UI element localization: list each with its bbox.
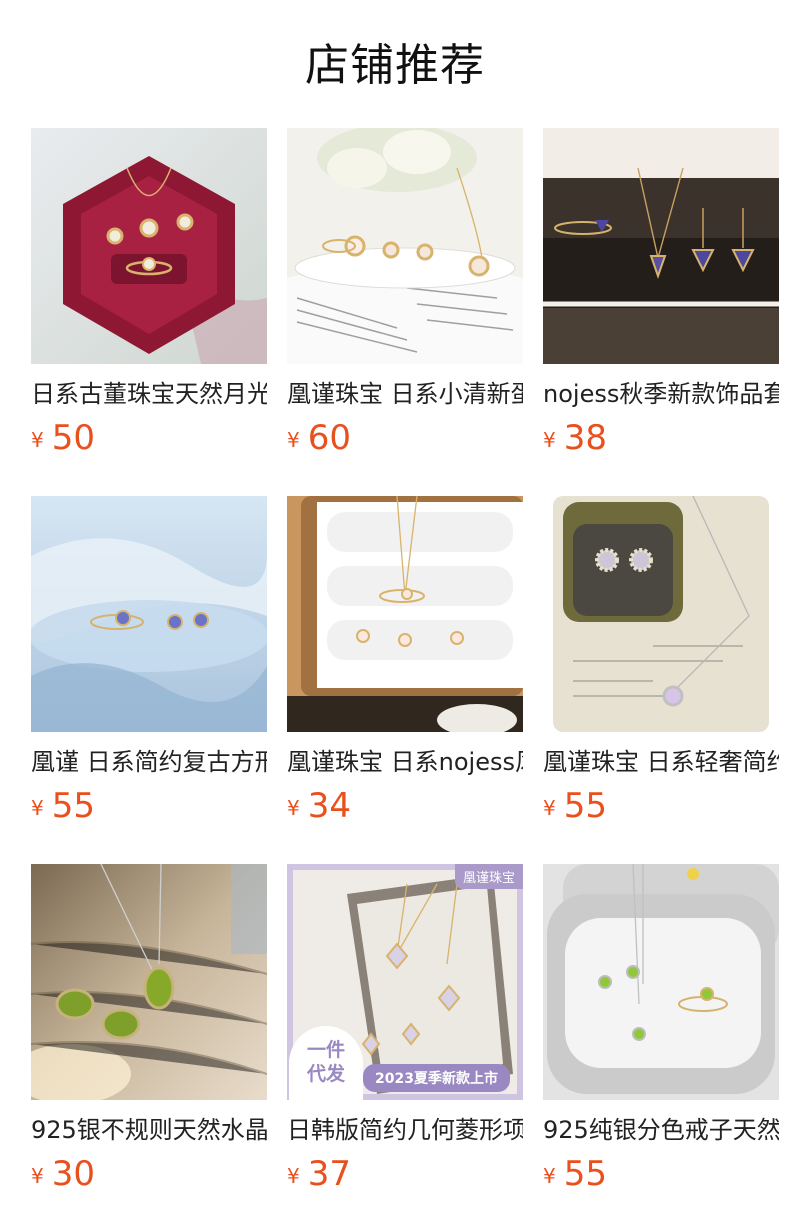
dropship-badge-line1: 一件 (306, 1039, 345, 1061)
price-value: 55 (51, 786, 95, 826)
product-card[interactable]: nojess秋季新款饰品套装 ¥38 (543, 128, 779, 464)
dropship-badge-line2: 代发 (306, 1063, 345, 1085)
currency-symbol: ¥ (543, 1164, 556, 1188)
product-image[interactable] (543, 864, 779, 1100)
currency-symbol: ¥ (543, 796, 556, 820)
price-value: 50 (51, 418, 95, 458)
product-price: ¥30 (31, 1154, 267, 1200)
product-price: ¥55 (543, 1154, 779, 1200)
product-name[interactable]: 925银不规则天然水晶项链耳钉 (31, 1114, 267, 1146)
product-image[interactable]: 凰谨珠宝 一件 代发 2023夏季新款上市 (287, 864, 523, 1100)
brand-badge: 凰谨珠宝 (454, 864, 523, 889)
product-price: ¥38 (543, 418, 779, 464)
product-name[interactable]: 925纯银分色戒子天然橄榄石套装 (543, 1114, 779, 1146)
product-card[interactable]: 925银不规则天然水晶项链耳钉 ¥30 (31, 864, 267, 1200)
price-value: 30 (51, 1154, 95, 1194)
page-title: 店铺推荐 (305, 40, 485, 91)
product-card[interactable]: 凰谨 日系简约复古方形坦桑石套装 ¥55 (31, 496, 267, 832)
currency-symbol: ¥ (31, 1164, 44, 1188)
product-name[interactable]: nojess秋季新款饰品套装 (543, 378, 779, 410)
currency-symbol: ¥ (31, 428, 44, 452)
product-price: ¥55 (31, 786, 267, 832)
product-card[interactable]: 凰谨珠宝 日系小清新蛋白石饰品套装 ¥60 (287, 128, 523, 464)
currency-symbol: ¥ (287, 1164, 300, 1188)
price-value: 60 (307, 418, 351, 458)
product-card[interactable]: 凰谨珠宝 日系nojess风格套装 ¥34 (287, 496, 523, 832)
price-value: 55 (563, 786, 607, 826)
product-price: ¥34 (287, 786, 523, 832)
product-price: ¥55 (543, 786, 779, 832)
currency-symbol: ¥ (287, 796, 300, 820)
currency-symbol: ¥ (287, 428, 300, 452)
product-image[interactable] (287, 128, 523, 364)
product-card[interactable]: 925纯银分色戒子天然橄榄石套装 ¥55 (543, 864, 779, 1200)
product-image[interactable] (31, 128, 267, 364)
price-value: 37 (307, 1154, 351, 1194)
product-name[interactable]: 凰谨 日系简约复古方形坦桑石套装 (31, 746, 267, 778)
product-card[interactable]: 凰谨珠宝 日系轻奢简约耳钉项链 ¥55 (543, 496, 779, 832)
product-name[interactable]: 日韩版简约几何菱形项链耳钉 (287, 1114, 523, 1146)
product-price: ¥37 (287, 1154, 523, 1200)
currency-symbol: ¥ (31, 796, 44, 820)
product-image[interactable] (543, 496, 779, 732)
product-card[interactable]: 凰谨珠宝 一件 代发 2023夏季新款上市 日韩版简约几何菱形项链耳钉 ¥37 (287, 864, 523, 1200)
product-price: ¥60 (287, 418, 523, 464)
product-name[interactable]: 凰谨珠宝 日系小清新蛋白石饰品套装 (287, 378, 523, 410)
new-season-badge: 2023夏季新款上市 (363, 1064, 510, 1092)
price-value: 55 (563, 1154, 607, 1194)
product-name[interactable]: 日系古董珠宝天然月光石项链耳钉戒指套装 (31, 378, 267, 410)
dropship-badge: 一件 代发 (289, 1026, 363, 1100)
product-image[interactable] (31, 496, 267, 732)
store-recommendations: 店铺推荐 日系古董珠宝天然月光石项链耳钉戒指套装 ¥50 (0, 0, 790, 1232)
product-name[interactable]: 凰谨珠宝 日系轻奢简约耳钉项链 (543, 746, 779, 778)
product-price: ¥50 (31, 418, 267, 464)
product-name[interactable]: 凰谨珠宝 日系nojess风格套装 (287, 746, 523, 778)
price-value: 38 (563, 418, 607, 458)
product-image[interactable] (287, 496, 523, 732)
product-card[interactable]: 日系古董珠宝天然月光石项链耳钉戒指套装 ¥50 (31, 128, 267, 464)
product-image[interactable] (543, 128, 779, 364)
currency-symbol: ¥ (543, 428, 556, 452)
product-image[interactable] (31, 864, 267, 1100)
price-value: 34 (307, 786, 351, 826)
